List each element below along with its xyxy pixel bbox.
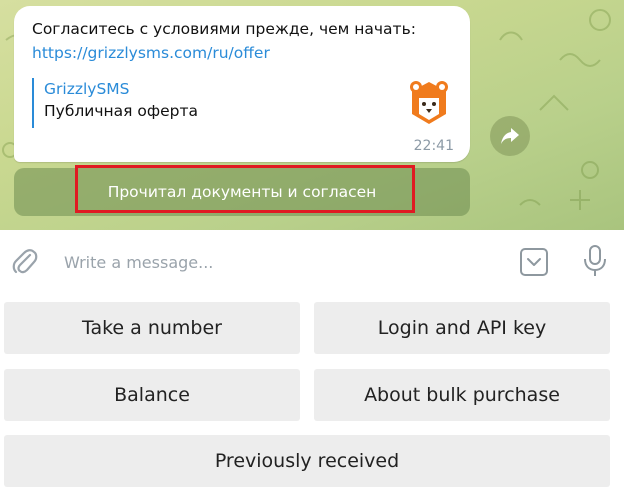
offer-link[interactable]: https://grizzlysms.com/ru/offer: [32, 42, 270, 64]
link-preview[interactable]: GrizzlySMS Публичная оферта: [32, 78, 198, 128]
preview-site-name: GrizzlySMS: [44, 80, 130, 98]
bulk-purchase-button[interactable]: About bulk purchase: [314, 369, 610, 421]
bot-keyboard-icon[interactable]: [518, 246, 550, 278]
login-api-key-button[interactable]: Login and API key: [314, 302, 610, 354]
paperclip-icon[interactable]: [10, 246, 38, 276]
message-composer: [0, 230, 624, 292]
microphone-icon[interactable]: [580, 244, 610, 278]
share-arrow-icon: [501, 128, 519, 144]
take-number-button[interactable]: Take a number: [4, 302, 300, 354]
message-text: Согласитесь с условиями прежде, чем нача…: [32, 20, 416, 38]
message-bubble: Согласитесь с условиями прежде, чем нача…: [14, 6, 470, 162]
forward-button[interactable]: [490, 116, 530, 156]
preview-title: Публичная оферта: [44, 102, 199, 120]
previously-received-button[interactable]: Previously received: [4, 435, 610, 487]
reply-keyboard: Take a number Login and API key Balance …: [0, 292, 624, 492]
message-input[interactable]: [62, 246, 496, 278]
balance-button[interactable]: Balance: [4, 369, 300, 421]
chat-area: Согласитесь с условиями прежде, чем нача…: [0, 0, 624, 230]
bear-logo-icon: [410, 81, 448, 124]
message-time: 22:41: [413, 138, 454, 154]
highlight-box: [75, 165, 415, 213]
